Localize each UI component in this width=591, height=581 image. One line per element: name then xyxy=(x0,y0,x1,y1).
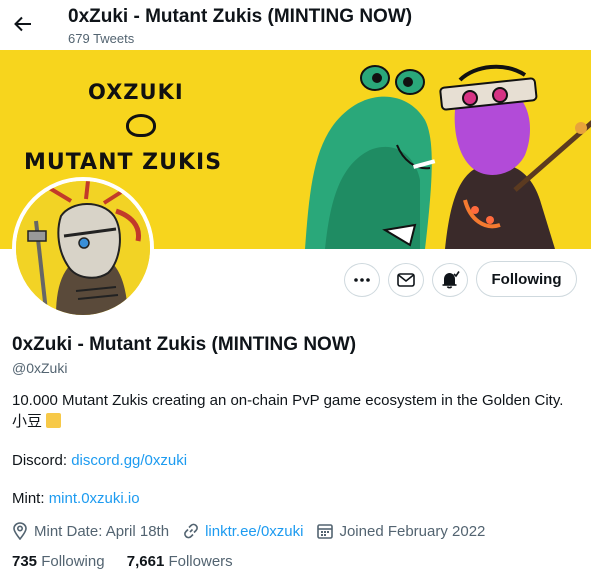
profile-handle: @0xZuki xyxy=(12,360,68,376)
banner-logo xyxy=(126,114,156,137)
back-button[interactable] xyxy=(8,9,38,39)
banner-title-top: OXZUKI xyxy=(88,80,184,104)
profile-meta: Mint Date: April 18th linktr.ee/0xzuki J… xyxy=(12,522,499,540)
more-button[interactable] xyxy=(344,263,380,297)
avatar-artwork xyxy=(16,181,150,315)
calendar-icon xyxy=(317,524,334,539)
location-pin-icon xyxy=(13,522,27,540)
message-button[interactable] xyxy=(388,263,424,297)
following-stat[interactable]: 735 Following xyxy=(12,553,105,570)
link-icon xyxy=(184,523,198,539)
discord-link[interactable]: discord.gg/0xzuki xyxy=(71,452,187,469)
bio-line-2: 小豆 xyxy=(12,411,582,432)
followers-stat[interactable]: 7,661 Followers xyxy=(127,553,233,570)
discord-label: Discord: xyxy=(12,452,72,469)
avatar[interactable] xyxy=(12,177,154,319)
banner-artwork xyxy=(305,64,591,249)
mail-icon xyxy=(397,273,415,287)
mint-line: Mint: mint.0xzuki.io xyxy=(12,490,140,507)
profile-name: 0xZuki - Mutant Zukis (MINTING NOW) xyxy=(12,334,357,355)
website-link[interactable]: linktr.ee/0xzuki xyxy=(205,523,303,540)
mint-label: Mint: xyxy=(12,490,49,507)
bell-icon xyxy=(442,271,460,289)
header-title: 0xZuki - Mutant Zukis (MINTING NOW) xyxy=(68,6,413,27)
profile-bio: 10.000 Mutant Zukis creating an on-chain… xyxy=(12,390,582,432)
banner-title-bottom: MUTANT ZUKIS xyxy=(24,150,223,175)
website-item: linktr.ee/0xzuki xyxy=(183,523,303,540)
mint-date-text: Mint Date: April 18th xyxy=(34,522,170,540)
location-item: Mint Date: April 18th xyxy=(12,522,169,540)
joined-item: Joined February 2022 xyxy=(317,523,485,540)
tweet-count: 679 Tweets xyxy=(68,31,135,46)
followers-count: 7,661 xyxy=(126,553,165,570)
bio-chinese-text: 小豆 xyxy=(12,413,43,430)
more-icon xyxy=(354,278,370,282)
follow-stats: 735 Following 7,661 Followers xyxy=(12,553,251,570)
joined-text: Joined February 2022 xyxy=(339,522,486,540)
profile-header: 0xZuki - Mutant Zukis (MINTING NOW) 679 … xyxy=(0,0,591,50)
bio-line-1: 10.000 Mutant Zukis creating an on-chain… xyxy=(12,392,564,409)
notify-button[interactable] xyxy=(432,263,468,297)
arrow-left-icon xyxy=(14,16,31,32)
mint-link[interactable]: mint.0xzuki.io xyxy=(49,490,140,507)
following-stat-label: Following xyxy=(41,553,105,570)
yellow-square-emoji-icon xyxy=(46,413,62,428)
following-button[interactable]: Following xyxy=(476,261,577,297)
followers-stat-label: Followers xyxy=(168,553,233,570)
discord-line: Discord: discord.gg/0xzuki xyxy=(12,452,187,469)
following-count: 735 xyxy=(12,553,38,570)
